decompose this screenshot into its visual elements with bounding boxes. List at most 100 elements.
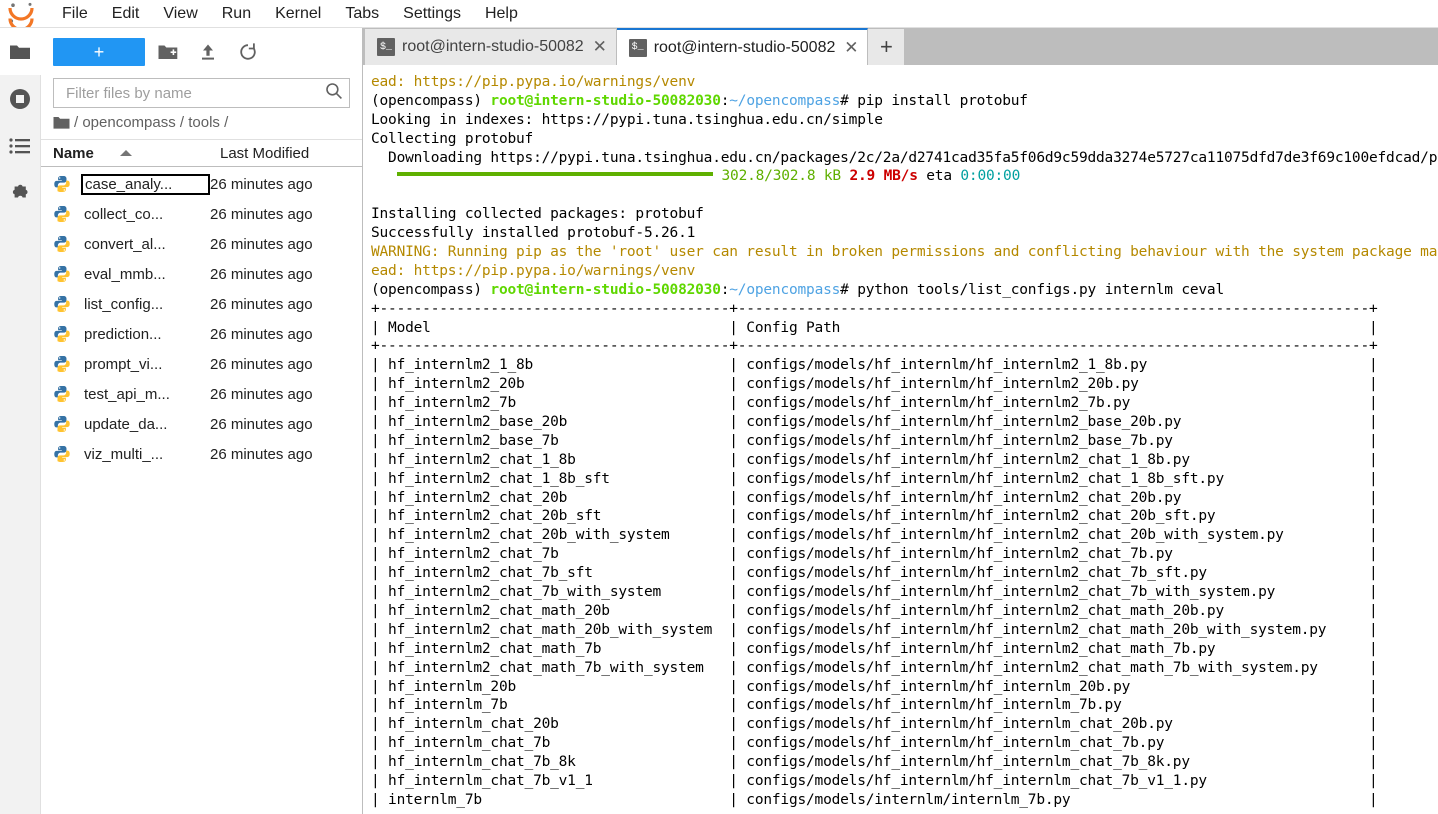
menu-bar: File Edit View Run Kernel Tabs Settings … <box>0 0 1438 28</box>
folder-icon <box>9 43 31 61</box>
activity-bar <box>0 28 41 814</box>
table-row: | hf_internlm2_chat_1_8b | configs/model… <box>371 451 1378 468</box>
file-browser-panel: + Filter files by name / opencompass / t… <box>41 28 363 814</box>
table-row: | hf_internlm2_chat_math_20b_with_system… <box>371 621 1378 638</box>
refresh-button[interactable] <box>231 37 265 67</box>
file-last-modified: 26 minutes ago <box>210 445 313 463</box>
python-file-icon <box>53 235 75 253</box>
file-name: prediction... <box>84 325 162 343</box>
commands-list-icon <box>9 137 31 155</box>
python-file-icon <box>53 445 75 463</box>
file-list-item[interactable]: update_da... 26 minutes ago <box>41 409 362 439</box>
terminal-output[interactable]: ead: https://pip.pypa.io/warnings/venv (o… <box>363 65 1438 814</box>
python-file-icon <box>53 205 75 223</box>
terminal-line-indexes: Looking in indexes: https://pypi.tuna.ts… <box>371 111 883 128</box>
terminal-icon: $_ <box>377 38 395 56</box>
filter-wrapper <box>41 76 362 108</box>
table-row: | hf_internlm_chat_7b | configs/models/h… <box>371 735 1378 752</box>
puzzle-piece-icon <box>9 182 31 204</box>
file-name: update_da... <box>84 415 168 433</box>
file-last-modified: 26 minutes ago <box>210 385 313 403</box>
new-folder-icon <box>158 44 178 61</box>
running-terminals-icon <box>9 88 31 110</box>
terminal-line-warning-url: ead: https://pip.pypa.io/warnings/venv <box>371 74 696 90</box>
file-last-modified: 26 minutes ago <box>210 355 313 373</box>
menu-item-tabs[interactable]: Tabs <box>333 1 391 27</box>
file-list-item[interactable]: prediction... 26 minutes ago <box>41 319 362 349</box>
table-header-row: | Model | Config Path | <box>371 319 1378 336</box>
jupyterlab-window: File Edit View Run Kernel Tabs Settings … <box>0 0 1438 814</box>
sidebar-item-extensions[interactable] <box>0 169 41 216</box>
menu-item-edit[interactable]: Edit <box>100 1 152 27</box>
sidebar-item-file-browser[interactable] <box>0 28 41 75</box>
close-icon[interactable]: ✕ <box>843 38 859 58</box>
table-row: | hf_internlm2_chat_7b_sft | configs/mod… <box>371 565 1378 582</box>
breadcrumb-path[interactable]: / opencompass / tools / <box>74 114 228 131</box>
python-file-icon <box>53 415 75 433</box>
file-browser-toolbar: + <box>41 28 362 76</box>
table-row: | hf_internlm_20b | configs/models/hf_in… <box>371 678 1378 695</box>
workspace: + Filter files by name / opencompass / t… <box>0 28 1438 814</box>
table-row: | hf_internlm2_20b | configs/models/hf_i… <box>371 376 1378 393</box>
menu-item-help[interactable]: Help <box>473 1 530 27</box>
column-header-name[interactable]: Name <box>53 145 212 162</box>
table-row: | hf_internlm2_chat_7b_with_system | con… <box>371 584 1378 601</box>
terminal-line-collecting: Collecting protobuf <box>371 130 534 147</box>
add-tab-button[interactable]: + <box>868 29 905 65</box>
sidebar-item-running-terminals[interactable] <box>0 75 41 122</box>
breadcrumb-home-icon[interactable] <box>53 116 70 130</box>
python-file-icon <box>53 175 75 193</box>
menu-item-run[interactable]: Run <box>210 1 263 27</box>
menu-item-file[interactable]: File <box>50 1 100 27</box>
table-row: | hf_internlm2_7b | configs/models/hf_in… <box>371 395 1378 412</box>
table-row: | hf_internlm2_chat_20b | configs/models… <box>371 489 1378 506</box>
table-rule-top: +---------------------------------------… <box>371 300 1378 317</box>
file-list-item[interactable]: collect_co... 26 minutes ago <box>41 199 362 229</box>
python-file-icon <box>53 385 75 403</box>
search-icon[interactable] <box>325 82 343 105</box>
file-list-item[interactable]: eval_mmb... 26 minutes ago <box>41 259 362 289</box>
python-file-icon <box>53 325 75 343</box>
tab-label: root@intern-studio-50082 <box>653 38 836 56</box>
upload-button[interactable] <box>191 37 225 67</box>
file-list-item[interactable]: case_analy... 26 minutes ago <box>41 169 362 199</box>
menu-item-settings[interactable]: Settings <box>391 1 473 27</box>
table-row: | hf_internlm_chat_20b | configs/models/… <box>371 716 1378 733</box>
new-launcher-button[interactable]: + <box>53 38 145 66</box>
new-folder-button[interactable] <box>151 37 185 67</box>
tab-terminal-1[interactable]: $_ root@intern-studio-50082 ✕ <box>365 29 617 65</box>
tab-bar: $_ root@intern-studio-50082 ✕ $_ root@in… <box>363 28 1438 65</box>
terminal-line-warning-url2: ead: https://pip.pypa.io/warnings/venv <box>371 262 696 279</box>
file-last-modified: 26 minutes ago <box>210 175 313 193</box>
table-row: | hf_internlm2_chat_20b_with_system | co… <box>371 527 1378 544</box>
file-last-modified: 26 minutes ago <box>210 295 313 313</box>
column-header-last-modified[interactable]: Last Modified <box>212 145 362 162</box>
file-list-item[interactable]: test_api_m... 26 minutes ago <box>41 379 362 409</box>
menu-item-view[interactable]: View <box>151 1 209 27</box>
python-file-icon <box>53 295 75 313</box>
file-last-modified: 26 minutes ago <box>210 235 313 253</box>
sidebar-item-commands[interactable] <box>0 122 41 169</box>
terminal-line-prompt-list-configs: (opencompass) root@intern-studio-5008203… <box>371 281 1224 298</box>
file-last-modified: 26 minutes ago <box>210 265 313 283</box>
file-list-item[interactable]: prompt_vi... 26 minutes ago <box>41 349 362 379</box>
file-name: list_config... <box>84 295 164 313</box>
table-row: | hf_internlm2_base_7b | configs/models/… <box>371 432 1378 449</box>
close-icon[interactable]: ✕ <box>592 37 608 57</box>
file-list-item[interactable]: viz_multi_... 26 minutes ago <box>41 439 362 469</box>
table-row: | hf_internlm2_chat_math_7b | configs/mo… <box>371 640 1378 657</box>
file-name: viz_multi_... <box>84 445 164 463</box>
python-file-icon <box>53 265 75 283</box>
table-row: | hf_internlm_chat_7b_v1_1 | configs/mod… <box>371 772 1378 789</box>
file-last-modified: 26 minutes ago <box>210 205 313 223</box>
tab-terminal-2[interactable]: $_ root@intern-studio-50082 ✕ <box>616 28 869 65</box>
file-list-item[interactable]: convert_al... 26 minutes ago <box>41 229 362 259</box>
filter-files-box[interactable] <box>53 78 350 108</box>
file-name: eval_mmb... <box>84 265 166 283</box>
search-input[interactable] <box>64 83 325 103</box>
menu-item-kernel[interactable]: Kernel <box>263 1 333 27</box>
table-row: | hf_internlm2_chat_math_20b | configs/m… <box>371 602 1378 619</box>
column-header-name-label: Name <box>53 144 94 162</box>
table-row: | hf_internlm_chat_7b_8k | configs/model… <box>371 754 1378 771</box>
file-list-item[interactable]: list_config... 26 minutes ago <box>41 289 362 319</box>
